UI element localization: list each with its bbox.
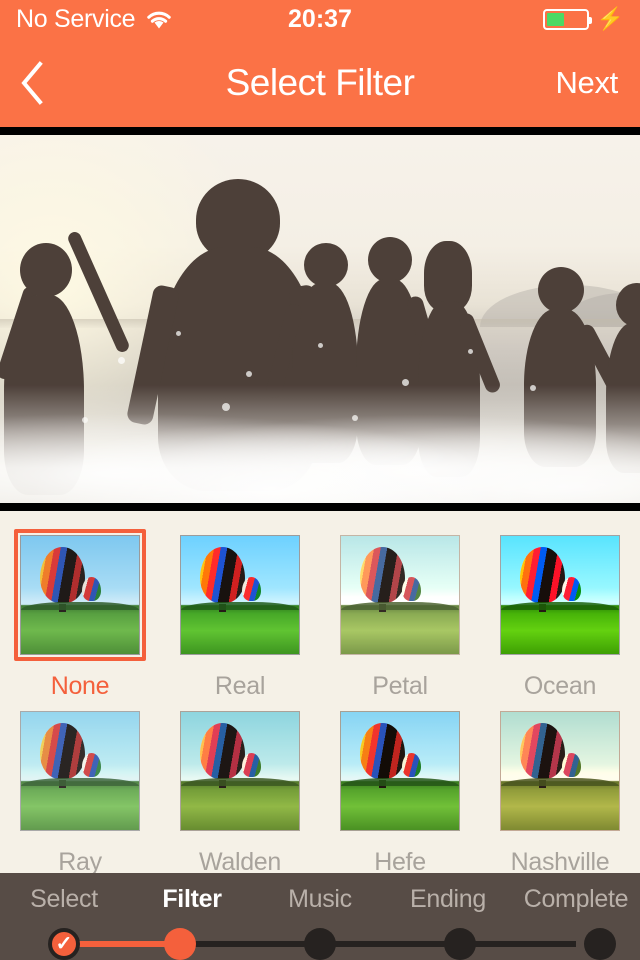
filter-item-real[interactable]: Real [160,525,320,701]
filter-thumb-wrap[interactable] [174,529,306,661]
check-icon: ✓ [55,933,73,955]
page-title: Select Filter [225,61,415,103]
step-label-ending[interactable]: Ending [384,885,512,914]
step-label-complete[interactable]: Complete [512,885,640,914]
step-dot-select[interactable]: ✓ [48,928,80,960]
workflow-step-bar: Select Filter Music Ending Complete ✓ [0,873,640,960]
step-dot-complete[interactable] [584,928,616,960]
filter-thumbnail [340,711,460,831]
filter-thumb-wrap[interactable] [334,705,466,837]
nav-bar: Select Filter Next [0,38,640,127]
filter-label: Ocean [523,672,597,700]
lightning-bolt-icon: ⚡ [596,6,624,31]
step-track-progress [64,941,180,947]
carrier-label: No Service [16,4,136,33]
filter-thumb-wrap[interactable] [14,705,146,837]
back-button[interactable] [0,38,80,127]
filter-label: Petal [372,672,428,700]
step-dot-ending[interactable] [444,928,476,960]
filter-thumbnail [20,535,140,655]
filter-thumb-wrap[interactable] [494,705,626,837]
filter-item-walden[interactable]: Walden [160,701,320,877]
filter-thumb-wrap[interactable] [334,529,466,661]
filter-item-petal[interactable]: Petal [320,525,480,701]
next-button[interactable]: Next [555,65,640,101]
status-bar-right: ⚡ [542,6,624,31]
video-preview-image[interactable] [0,135,640,503]
battery-icon [542,8,592,30]
filter-item-ray[interactable]: Ray [0,701,160,877]
step-label-row: Select Filter Music Ending Complete [0,873,640,914]
step-label-filter[interactable]: Filter [128,885,256,914]
filter-item-none[interactable]: None [0,525,160,701]
step-track: ✓ [0,926,640,960]
filter-thumb-wrap[interactable] [174,705,306,837]
filter-label: Real [214,672,266,700]
step-label-music[interactable]: Music [256,885,384,914]
filter-grid: None Real Petal Ocean Ray Walden Hefe Na… [0,511,640,876]
filter-label: None [50,672,110,700]
filter-item-hefe[interactable]: Hefe [320,701,480,877]
step-dot-music[interactable] [304,928,336,960]
step-dot-filter[interactable] [164,928,196,960]
filter-row: None Real Petal Ocean [0,525,640,701]
filter-thumbnail [340,535,460,655]
filter-row: Ray Walden Hefe Nashville [0,701,640,877]
filter-thumb-wrap[interactable] [14,529,146,661]
step-label-select[interactable]: Select [0,885,128,914]
chevron-left-icon [21,60,43,105]
filter-thumbnail [500,535,620,655]
filter-thumbnail [180,535,300,655]
filter-thumbnail [180,711,300,831]
filter-item-nashville[interactable]: Nashville [480,701,640,877]
filter-thumbnail [500,711,620,831]
filter-thumbnail [20,711,140,831]
wifi-icon [144,8,174,30]
status-bar: No Service 20:37 ⚡ [0,0,640,38]
filter-item-ocean[interactable]: Ocean [480,525,640,701]
filter-thumb-wrap[interactable] [494,529,626,661]
preview-area[interactable] [0,127,640,511]
